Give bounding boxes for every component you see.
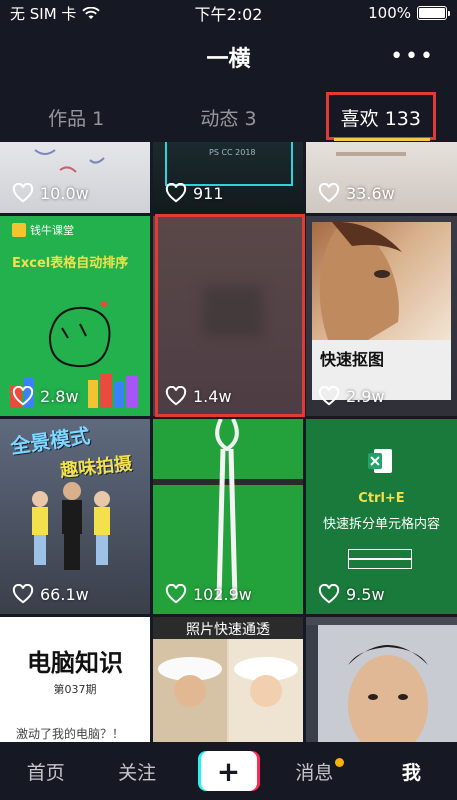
video-thumb-11[interactable]: 照片快速通透 <box>153 617 303 750</box>
excel-icon <box>368 449 392 473</box>
thumb-title: 照片快速通透 <box>186 622 270 638</box>
video-thumb-3[interactable]: 33.6w <box>306 142 457 213</box>
man-portrait-art <box>318 625 457 750</box>
table-graphic <box>348 549 412 569</box>
video-thumb-6[interactable]: 快速抠图 2.9w <box>306 216 457 416</box>
portrait-face-art <box>319 222 402 340</box>
heart-icon <box>12 386 34 406</box>
video-thumb-1[interactable]: 10.0w <box>0 142 150 213</box>
status-bar: 无 SIM 卡 下午2:02 100% <box>0 0 457 26</box>
tab-works[interactable]: 作品 1 <box>0 92 152 142</box>
like-count: 66.1w <box>12 584 89 604</box>
like-count: 9.5w <box>318 584 385 604</box>
portrait-photo <box>312 222 451 340</box>
heart-icon <box>12 183 34 203</box>
status-time: 下午2:02 <box>194 5 263 24</box>
profile-tabs: 作品 1 动态 3 喜欢 133 <box>0 92 457 142</box>
selected-video-highlight <box>155 214 305 417</box>
ps-toolstrip <box>306 625 318 750</box>
thumb-subtitle: 激动了我的电脑？！ <box>16 727 125 741</box>
create-button[interactable]: + <box>197 751 260 791</box>
like-count: 102.9w <box>165 584 252 604</box>
like-count-value: 10.0w <box>40 183 89 203</box>
bottom-nav: 首页 关注 + 消息 我 <box>0 742 457 800</box>
like-count: 10.0w <box>12 183 89 203</box>
thumb-title: 电脑知识 <box>27 649 123 677</box>
notification-dot-icon <box>335 757 345 767</box>
thumb-code-text: PS CC 2018 <box>209 148 256 157</box>
carrier-label: 无 SIM 卡 <box>10 4 77 23</box>
like-count-value: 2.9w <box>346 386 385 406</box>
heart-icon <box>165 584 187 604</box>
battery-percent: 100% <box>368 4 411 22</box>
thumb-shortcut: Ctrl+E <box>358 491 405 506</box>
heart-icon <box>318 386 340 406</box>
video-thumb-12[interactable] <box>306 617 457 750</box>
like-count: 2.9w <box>318 386 385 406</box>
profile-header: 一横 ••• <box>0 26 457 88</box>
tab-dynamics[interactable]: 动态 3 <box>152 92 304 142</box>
liked-videos-grid: 10.0w PS CC 2018 911 33.6w 钱牛课堂 Excel表格自… <box>0 142 457 750</box>
heart-icon <box>318 183 340 203</box>
video-thumb-7[interactable]: 全景模式 趣味拍摄 66.1w <box>0 419 150 614</box>
like-count-value: 911 <box>193 183 224 203</box>
heart-icon <box>165 183 187 203</box>
video-thumb-4[interactable]: 钱牛课堂 Excel表格自动排序 2.8w <box>0 216 150 416</box>
hat-portrait-art <box>153 639 303 750</box>
like-count-value: 33.6w <box>346 183 395 203</box>
status-right: 100% <box>368 4 450 22</box>
nav-create[interactable]: + <box>183 751 274 791</box>
ps-toolbar <box>306 617 457 625</box>
video-thumb-8[interactable]: 102.9w <box>153 419 303 614</box>
heart-icon <box>318 584 340 604</box>
like-count: 911 <box>165 183 224 203</box>
wifi-icon <box>82 6 101 19</box>
like-count: 2.8w <box>12 386 79 406</box>
thumb-issue: 第037期 <box>53 683 97 696</box>
video-thumb-2[interactable]: PS CC 2018 911 <box>153 142 303 213</box>
like-count-value: 2.8w <box>40 386 79 406</box>
nav-messages[interactable]: 消息 <box>274 757 365 785</box>
video-thumb-9[interactable]: Ctrl+E 快速拆分单元格内容 9.5w <box>306 419 457 614</box>
tab-active-underline <box>334 138 430 141</box>
heart-icon <box>12 584 34 604</box>
like-count: 33.6w <box>318 183 395 203</box>
tab-likes-highlight <box>326 92 436 140</box>
nav-messages-label: 消息 <box>295 761 334 784</box>
plus-icon: + <box>200 751 257 791</box>
nav-follow[interactable]: 关注 <box>91 758 182 785</box>
like-count-value: 66.1w <box>40 584 89 604</box>
like-count-value: 102.9w <box>193 584 252 604</box>
like-count-value: 9.5w <box>346 584 385 604</box>
profile-name: 一横 <box>206 47 251 72</box>
nav-me[interactable]: 我 <box>366 758 457 785</box>
thumb-title: 快速拆分单元格内容 <box>322 517 440 532</box>
video-thumb-10[interactable]: 电脑知识 第037期 激动了我的电脑？！ <box>0 617 150 750</box>
battery-icon <box>417 6 450 20</box>
nav-home[interactable]: 首页 <box>0 758 91 785</box>
status-left: 无 SIM 卡 <box>10 3 101 24</box>
more-button[interactable]: ••• <box>390 44 435 69</box>
thumb-line <box>336 152 406 156</box>
thumb-title: 快速抠图 <box>320 350 385 369</box>
